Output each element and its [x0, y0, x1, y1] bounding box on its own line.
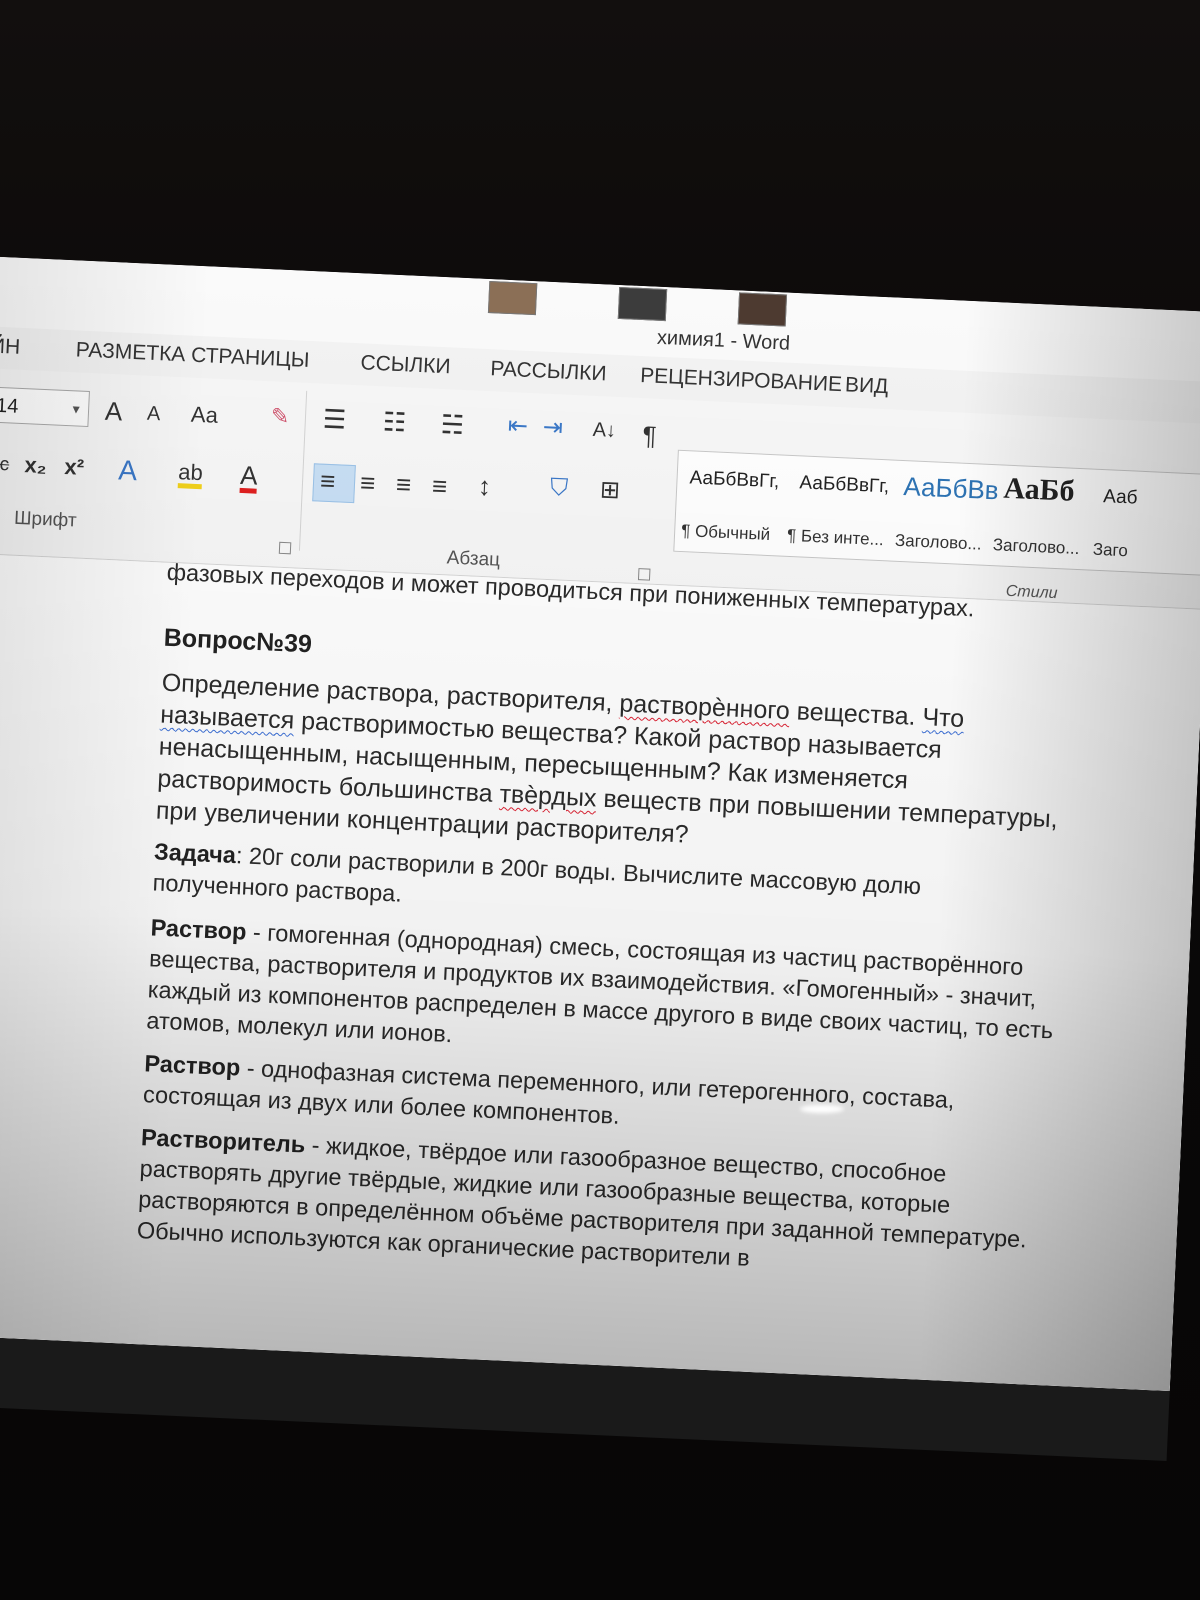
task-label: Задача	[153, 838, 237, 869]
preview-thumbnail[interactable]	[737, 292, 788, 327]
font-size-combobox[interactable]: 14 ▼	[0, 386, 90, 428]
monitor: химия1 - Word АЙН РАЗМЕТКА СТРАНИЦЫ ССЫЛ…	[0, 255, 1200, 1461]
show-formatting-button[interactable]: ¶	[642, 420, 657, 451]
grow-font-button[interactable]: A	[104, 396, 123, 427]
definition-label: Растворитель	[140, 1124, 306, 1158]
preview-thumbnail[interactable]	[617, 286, 668, 322]
subscript-button[interactable]: x₂	[24, 452, 47, 478]
group-divider	[298, 390, 308, 551]
change-case-button[interactable]: Aa	[190, 402, 218, 428]
style-name-no-spacing[interactable]: ¶ Без инте...	[787, 526, 884, 550]
align-right-icon[interactable]: ≡	[395, 469, 412, 500]
document-body: фазовых переходов и может проводиться пр…	[136, 559, 1076, 1288]
shading-icon[interactable]: ⛉	[549, 474, 568, 502]
borders-icon[interactable]: ⊞	[599, 476, 620, 504]
superscript-button[interactable]: x²	[64, 454, 85, 480]
language-indicator[interactable]: РУССКИЙ	[0, 1339, 17, 1360]
clear-formatting-icon[interactable]: ✎	[270, 403, 290, 429]
skype-icon: S	[15, 1381, 51, 1392]
style-sample-title[interactable]: Ааб	[1103, 486, 1138, 510]
style-name-heading1[interactable]: Заголово...	[895, 531, 982, 555]
line-spacing-icon[interactable]: ↕	[477, 471, 491, 502]
definition-text: - гомогенная (однородная) смесь, состоящ…	[145, 918, 1054, 1048]
tab-references[interactable]: ССЫЛКИ	[360, 351, 451, 379]
document-area: фазовых переходов и может проводиться пр…	[0, 552, 1200, 1392]
grammar-error-word[interactable]: Что	[922, 703, 965, 733]
definition-label: Раствор	[150, 914, 248, 945]
definition-solution: Раствор - гомогенная (однородная) смесь,…	[146, 912, 1061, 1077]
tab-page-layout[interactable]: РАЗМЕТКА СТРАНИЦЫ	[75, 338, 310, 373]
paragraph-group-label: Абзац	[446, 547, 501, 571]
style-sample-no-spacing[interactable]: АаБбВвГг,	[799, 472, 890, 498]
decrease-indent-icon[interactable]: ⇤	[507, 412, 528, 440]
style-name-title[interactable]: Заго	[1092, 540, 1128, 562]
taskbar-skype-button[interactable]: S	[0, 1373, 70, 1392]
text-effects-button[interactable]: A	[118, 454, 138, 486]
align-left-icon[interactable]: ≡	[319, 466, 336, 497]
align-center-icon[interactable]: ≡	[359, 467, 376, 498]
document-page[interactable]: фазовых переходов и может проводиться пр…	[0, 553, 1200, 1392]
word-icon: W	[103, 1386, 137, 1392]
grammar-error-word[interactable]: называется	[160, 701, 295, 735]
definition-solvent: Растворитель - жидкое, твёрдое или газоо…	[136, 1122, 1051, 1287]
question-paragraph: Определение раствора, растворителя, раст…	[155, 667, 1071, 868]
taskbar-word-button[interactable]: W	[85, 1377, 158, 1392]
chevron-down-icon[interactable]: ▼	[69, 391, 83, 428]
justify-icon[interactable]: ≡	[431, 471, 448, 502]
tab-view[interactable]: ВИД	[844, 373, 889, 399]
spelling-error-word[interactable]: растворѐнного	[619, 689, 791, 725]
style-name-normal[interactable]: ¶ Обычный	[681, 521, 771, 545]
style-sample-normal[interactable]: АаБбВвГг,	[689, 467, 780, 493]
highlight-button[interactable]: ab	[177, 459, 203, 490]
word-window: химия1 - Word АЙН РАЗМЕТКА СТРАНИЦЫ ССЫЛ…	[0, 255, 1200, 1392]
style-sample-heading2[interactable]: АаБб	[1003, 472, 1076, 509]
spelling-error-word[interactable]: твѐрдых	[499, 780, 597, 812]
tab-mailings[interactable]: РАССЫЛКИ	[490, 357, 607, 386]
font-dialog-launcher-icon[interactable]	[278, 541, 292, 555]
tab-design[interactable]: АЙН	[0, 334, 21, 360]
light-glare	[800, 1105, 844, 1113]
style-name-heading2[interactable]: Заголово...	[992, 535, 1079, 559]
font-group-label: Шрифт	[13, 507, 78, 532]
increase-indent-icon[interactable]: ⇥	[542, 414, 563, 442]
sort-button[interactable]: А↓	[592, 419, 616, 442]
tab-review[interactable]: РЕЦЕНЗИРОВАНИЕ	[640, 364, 843, 397]
styles-gallery: АаБбВвГг, ¶ Обычный АаБбВвГг, ¶ Без инте…	[673, 449, 1200, 577]
bullets-icon[interactable]: ☰	[322, 404, 347, 435]
preview-thumbnail[interactable]	[487, 281, 538, 316]
multilevel-list-icon[interactable]: ☵	[440, 409, 465, 440]
style-sample-heading1[interactable]: АаБбВв	[903, 471, 999, 506]
shrink-font-button[interactable]: A	[146, 403, 160, 426]
strikethrough-button[interactable]: abc	[0, 453, 10, 475]
font-size-value: 14	[0, 394, 19, 418]
font-color-button[interactable]: A	[239, 460, 258, 494]
numbering-icon[interactable]: ☷	[382, 406, 407, 437]
question-text: вещества.	[789, 697, 924, 732]
definition-label: Раствор	[143, 1050, 241, 1081]
